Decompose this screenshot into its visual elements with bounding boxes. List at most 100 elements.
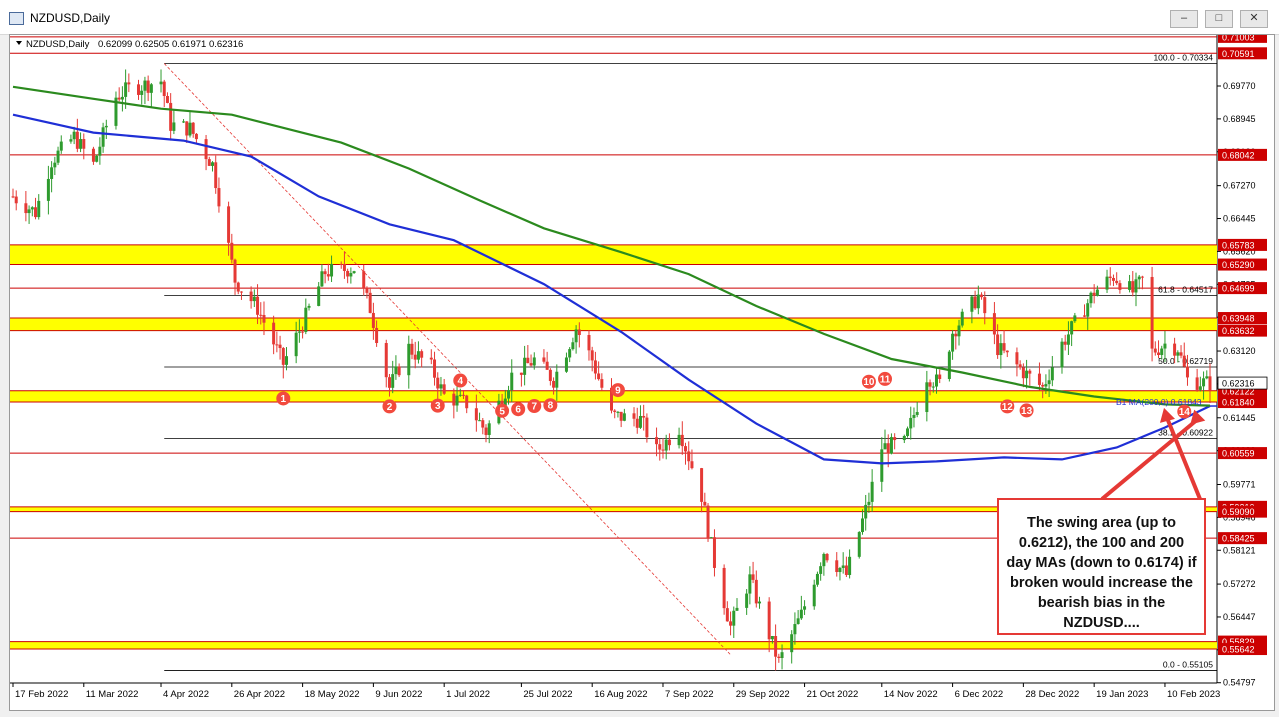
candle-body (915, 412, 919, 415)
candle-body (349, 273, 353, 277)
candle-body (252, 296, 256, 302)
candle-body (934, 374, 938, 387)
window-titlebar: NZDUSD,Daily – □ ✕ (0, 0, 1279, 35)
swing-marker-label: 4 (457, 376, 463, 387)
candle-body (46, 178, 50, 201)
candle-body (745, 593, 749, 608)
candle-body (712, 537, 716, 568)
candle-body (204, 139, 208, 160)
candle-body (394, 366, 398, 375)
candle-body (880, 449, 884, 482)
minimize-button[interactable]: – (1170, 10, 1198, 28)
swing-marker-label: 14 (1179, 407, 1191, 418)
candle-body (416, 351, 420, 360)
candle-body (799, 609, 803, 619)
y-tick-label: 0.67270 (1223, 181, 1256, 191)
candle-body (706, 505, 710, 538)
candle-body (542, 357, 546, 362)
candle-body (1108, 276, 1112, 278)
candle-body (278, 344, 282, 349)
candle-body (523, 357, 527, 375)
candle-body (597, 373, 601, 380)
candle-body (375, 327, 379, 344)
candle-body (529, 363, 533, 366)
candle-body (149, 84, 153, 93)
level-price-label: 0.61840 (1222, 398, 1255, 408)
candle-body (1208, 376, 1212, 391)
candle-body (143, 80, 147, 91)
swing-zone (10, 318, 1217, 331)
close-button[interactable]: ✕ (1240, 10, 1268, 28)
candle-body (642, 415, 646, 418)
candle-body (1083, 315, 1087, 317)
candle-body (362, 271, 366, 288)
candle-body (638, 415, 642, 428)
candle-body (593, 360, 597, 374)
candle-body (574, 329, 578, 343)
candle-body (1037, 373, 1041, 385)
candle-body (684, 446, 688, 452)
candle-body (555, 371, 559, 388)
candle-body (1018, 364, 1022, 368)
y-tick-label: 0.59771 (1223, 479, 1256, 489)
candle-body (951, 333, 955, 352)
candle-body (780, 652, 784, 659)
candle-body (980, 294, 984, 298)
candle-body (735, 607, 739, 611)
candle-body (925, 382, 929, 413)
candle-body (1025, 370, 1029, 379)
candle-body (819, 566, 823, 574)
candle-body (532, 357, 536, 366)
x-tick-label: 6 Dec 2022 (955, 689, 1004, 700)
candle-body (458, 394, 462, 396)
candle-body (1176, 352, 1180, 356)
candle-body (687, 451, 691, 462)
candle-body (1066, 334, 1070, 345)
candle-body (996, 334, 1000, 356)
candle-body (906, 428, 910, 436)
chart-area[interactable]: 100.0 - 0.70334 61.8 - 0.64517 50.0 - 0.62… (9, 34, 1275, 711)
candle-body (1050, 367, 1054, 381)
maximize-button[interactable]: □ (1205, 10, 1233, 28)
candle-body (1070, 321, 1074, 335)
x-tick-label: 7 Sep 2022 (665, 689, 714, 700)
x-tick-label: 18 May 2022 (305, 689, 360, 700)
level-price-label: 0.55642 (1222, 645, 1255, 655)
candle-body (1005, 350, 1009, 353)
candle-body (14, 196, 18, 204)
candle-body (207, 159, 211, 166)
swing-marker-label: 13 (1021, 406, 1033, 417)
candle-body (758, 601, 762, 604)
y-tick-label: 0.58121 (1223, 545, 1256, 555)
candle-body (732, 610, 736, 626)
candle-body (1105, 276, 1109, 290)
y-tick-label: 0.66445 (1223, 214, 1256, 224)
candle-body (72, 131, 76, 140)
level-price-label: 0.70591 (1222, 49, 1255, 59)
candle-body (442, 384, 446, 394)
candle-body (661, 449, 665, 451)
candle-body (725, 608, 729, 622)
candle-body (613, 410, 617, 412)
candle-body (37, 200, 41, 218)
candle-body (79, 139, 83, 149)
candle-body (413, 354, 417, 360)
y-tick-label: 0.56447 (1223, 612, 1256, 622)
candle-body (420, 351, 424, 358)
candle-body (1173, 343, 1177, 356)
candle-body (777, 656, 781, 659)
y-tick-label: 0.61445 (1223, 413, 1256, 423)
candle-body (75, 131, 79, 149)
candle-body (1128, 281, 1132, 290)
candle-body (297, 331, 301, 333)
candle-body (600, 379, 604, 388)
candle-body (239, 291, 243, 293)
candle-body (342, 263, 346, 271)
candle-body (346, 270, 350, 277)
candle-body (275, 344, 279, 346)
candle-body (185, 121, 189, 136)
candle-body (188, 122, 192, 136)
candle-body (1202, 378, 1206, 387)
candle-body (233, 259, 237, 283)
candle-body (1205, 376, 1209, 379)
